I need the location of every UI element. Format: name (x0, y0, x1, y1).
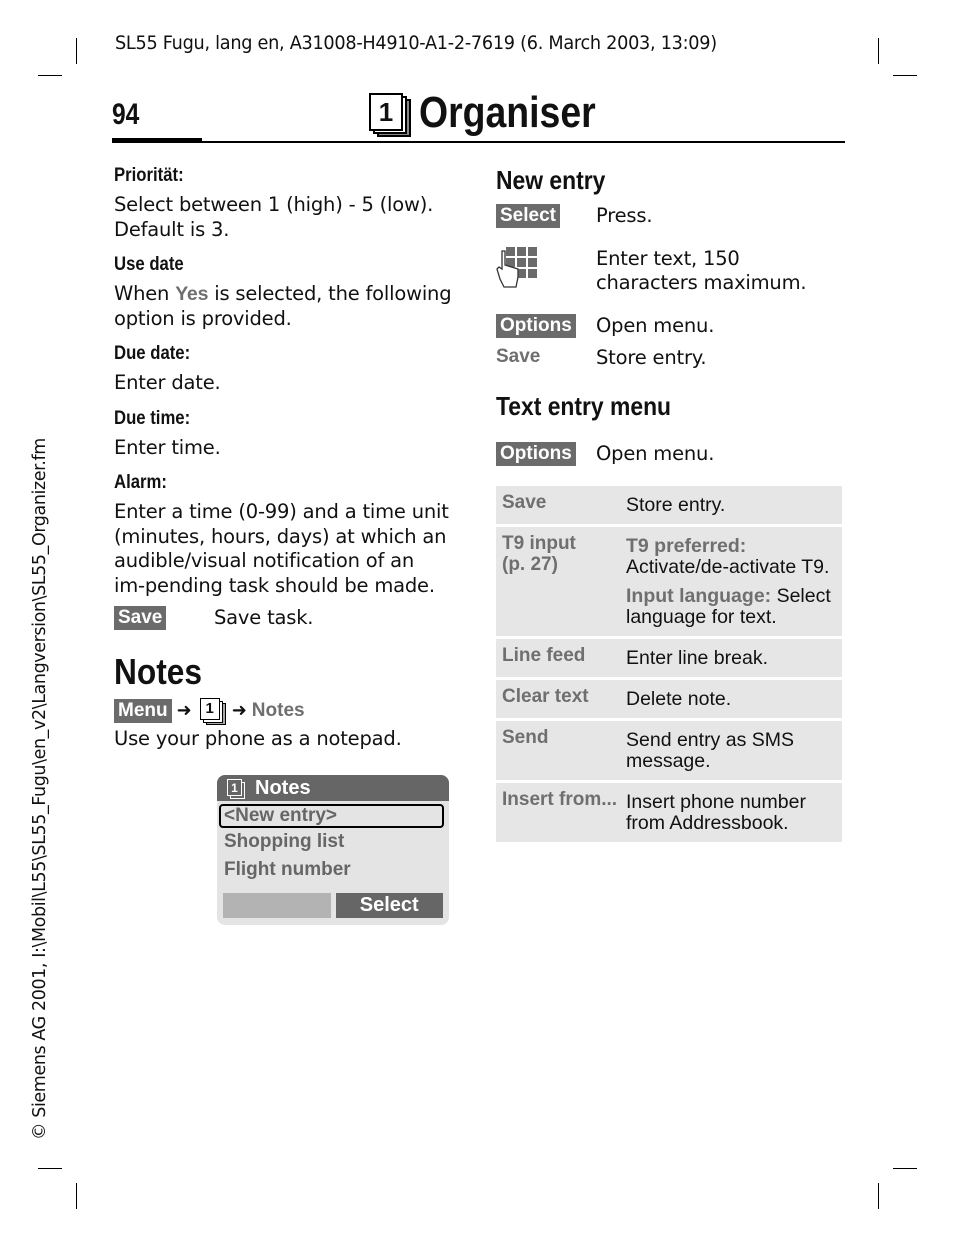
text-entry-menu-table: Save Store entry. T9 input (p. 27) T9 pr… (496, 486, 842, 842)
step-description: Enter text, 150 characters maximum. (596, 246, 807, 295)
path-target-notes: Notes (251, 699, 305, 721)
menu-option-t9-input[interactable]: T9 input (p. 27) (502, 533, 626, 628)
notes-description: Use your phone as a notepad. (114, 726, 402, 750)
step-description: Save task. (214, 606, 314, 629)
document-info-header: SL55 Fugu, lang en, A31008-H4910-A1-2-76… (115, 32, 717, 54)
new-entry-step: Select Press. (496, 204, 846, 229)
field-label: Alarm: (114, 472, 167, 493)
menu-option-description: Insert phone number from Addressbook. (626, 791, 806, 834)
phone-screen-notes: 1 Notes <New entry> Shopping list Flight… (217, 775, 449, 925)
menu-table-row: Send Send entry as SMS message. (496, 721, 842, 780)
new-entry-step: Options Open menu. (496, 313, 846, 339)
text-entry-menu-step: Options Open menu. (496, 441, 846, 467)
select-softkey[interactable]: Select (335, 893, 443, 918)
page-number: 94 (112, 98, 140, 131)
phone-list-item-selected[interactable]: <New entry> (219, 804, 444, 828)
phone-list-item[interactable]: Flight number (217, 856, 449, 884)
crop-mark (76, 1183, 77, 1209)
step-description: Open menu. (596, 313, 715, 337)
field-due-date: Due date: Enter date. (114, 343, 454, 396)
crop-mark (893, 75, 917, 76)
left-softkey[interactable] (223, 893, 331, 918)
crop-mark (893, 1168, 917, 1169)
select-softkey[interactable]: Select (496, 204, 560, 228)
field-label: Due time: (114, 407, 191, 429)
new-entry-step: Save Store entry. (496, 346, 846, 371)
menu-table-row: Insert from... Insert phone number from … (496, 783, 842, 842)
field-label: Use date (114, 254, 184, 275)
chapter-title: 1 Organiser (365, 88, 627, 138)
crop-mark (878, 1183, 879, 1209)
phone-screen-title: Notes (255, 776, 311, 799)
title-rule (112, 141, 845, 143)
left-column: Priorität: Select between 1 (high) - 5 (… (114, 165, 454, 751)
menu-option-description: Enter line break. (626, 647, 768, 669)
menu-table-row: Line feed Enter line break. (496, 639, 842, 677)
chapter-title-text: Organiser (419, 88, 596, 137)
menu-option-save[interactable]: Save (502, 492, 626, 516)
new-entry-heading: New entry (496, 165, 606, 195)
field-due-time: Due time: Enter time. (114, 408, 454, 461)
save-option[interactable]: Save (496, 346, 540, 367)
menu-option-description: Store entry. (626, 494, 726, 516)
menu-option-description: T9 preferred: Activate/de-activate T9. I… (626, 533, 836, 628)
crop-mark (38, 1168, 62, 1169)
phone-softkey-bar: Select (223, 893, 443, 918)
t9-preferred-description: T9 preferred: Activate/de-activate T9. (626, 535, 830, 578)
menu-option-description: Send entry as SMS message. (626, 729, 794, 772)
field-use-date: Use date When Yes is selected, the follo… (114, 254, 454, 331)
menu-table-row: Save Store entry. (496, 486, 842, 524)
phone-list-item[interactable]: Shopping list (217, 828, 449, 856)
step-description: Open menu. (596, 441, 715, 465)
text-entry-menu-heading: Text entry menu (496, 390, 672, 421)
new-entry-step: Enter text, 150 characters maximum. (496, 246, 846, 296)
field-priority: Priorität: Select between 1 (high) - 5 (… (114, 165, 454, 242)
organiser-icon: 1 (365, 91, 411, 137)
field-description: Enter a time (0-99) and a time unit (min… (114, 500, 449, 597)
step-description: Store entry. (596, 346, 707, 369)
menu-option-clear-text[interactable]: Clear text (502, 686, 626, 710)
keypad-hand-icon (496, 246, 537, 288)
field-label: Due date: (114, 343, 191, 364)
arrow-right-icon: ➜ (231, 700, 247, 721)
menu-option-insert-from[interactable]: Insert from... (502, 789, 626, 834)
input-language-description: Input language: Select language for text… (626, 585, 831, 628)
arrow-right-icon: ➜ (176, 700, 192, 721)
organiser-icon: 1 (225, 778, 245, 799)
menu-table-row: T9 input (p. 27) T9 preferred: Activate/… (496, 527, 842, 636)
crop-mark (878, 38, 879, 64)
menu-path: Menu ➜ 1 ➜ Notes (114, 697, 454, 725)
field-alarm: Alarm: Enter a time (0-99) and a time un… (114, 472, 454, 598)
field-label: Priorität: (114, 165, 184, 186)
field-description: Select between 1 (high) - 5 (low). Defau… (114, 193, 434, 241)
menu-option-send[interactable]: Send (502, 727, 626, 772)
field-description: When Yes is selected, the following opti… (114, 282, 452, 330)
notes-section: Notes Menu ➜ 1 ➜ Notes Use your phone as… (114, 651, 454, 752)
right-column: New entry Select Press. Enter text, 150 … (496, 165, 846, 845)
notes-heading: Notes (114, 650, 203, 692)
menu-softkey[interactable]: Menu (114, 698, 172, 723)
options-softkey[interactable]: Options (496, 441, 576, 466)
save-task-step: Save Save task. (114, 606, 454, 631)
menu-option-line-feed[interactable]: Line feed (502, 645, 626, 669)
menu-table-row: Clear text Delete note. (496, 680, 842, 718)
copyright-file-path: © Siemens AG 2001, I:\Mobil\L55\SL55_Fug… (30, 438, 50, 1140)
phone-screen-header: 1 Notes (217, 775, 449, 801)
menu-option-description: Delete note. (626, 688, 732, 710)
field-description: Enter time. (114, 435, 221, 459)
crop-mark (76, 38, 77, 64)
options-softkey[interactable]: Options (496, 313, 576, 338)
field-description: Enter date. (114, 371, 221, 394)
step-description: Press. (596, 204, 653, 227)
crop-mark (38, 75, 62, 76)
save-softkey[interactable]: Save (114, 606, 167, 630)
organiser-icon: 1 (197, 697, 227, 725)
keyword-yes: Yes (175, 283, 209, 305)
